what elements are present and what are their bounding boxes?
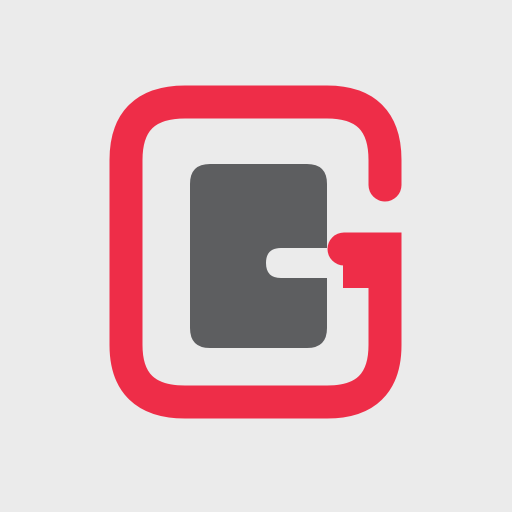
- g-letter-bar: [343, 248, 385, 288]
- wallet-shape: [190, 164, 327, 348]
- wallet-g-logo-icon: [109, 85, 402, 419]
- app-icon-canvas: [0, 0, 512, 512]
